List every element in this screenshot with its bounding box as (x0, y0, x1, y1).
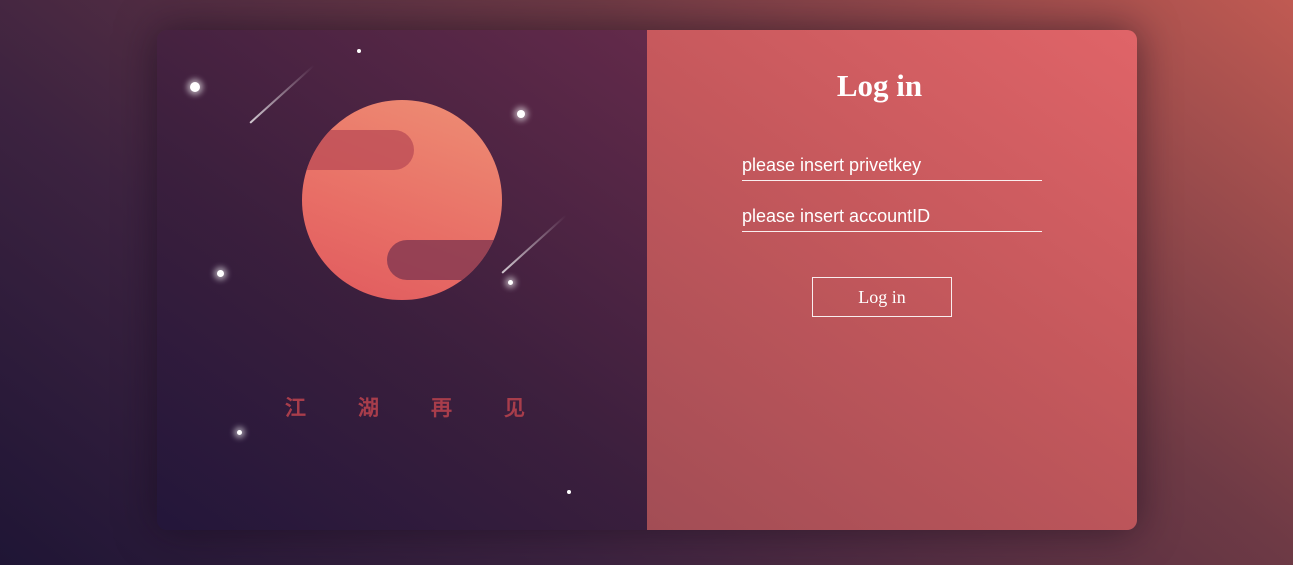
star (237, 430, 242, 435)
slogan-char: 再 (431, 395, 452, 420)
star (217, 270, 224, 277)
star (567, 490, 571, 494)
slogan-char: 江 (285, 395, 306, 420)
login-card: 江 湖 再 见 Log in Log in (157, 30, 1137, 530)
slogan-char: 见 (504, 395, 525, 420)
planet-stripe (302, 130, 414, 170)
star (357, 49, 361, 53)
shooting-star (249, 64, 315, 124)
slogan-char: 湖 (358, 395, 379, 420)
star (508, 280, 513, 285)
login-form-panel: Log in Log in (647, 30, 1137, 530)
login-title: Log in (836, 68, 923, 103)
planet-stripe (387, 240, 502, 280)
slogan: 江 湖 再 见 (285, 392, 525, 422)
privatekey-input[interactable] (742, 150, 1042, 181)
login-button[interactable]: Log in (812, 277, 952, 317)
accountid-input[interactable] (742, 201, 1042, 232)
star (190, 82, 200, 92)
shooting-star (501, 214, 567, 274)
star (517, 110, 525, 118)
planet-illustration (302, 100, 502, 300)
illustration-panel: 江 湖 再 见 (157, 30, 647, 530)
